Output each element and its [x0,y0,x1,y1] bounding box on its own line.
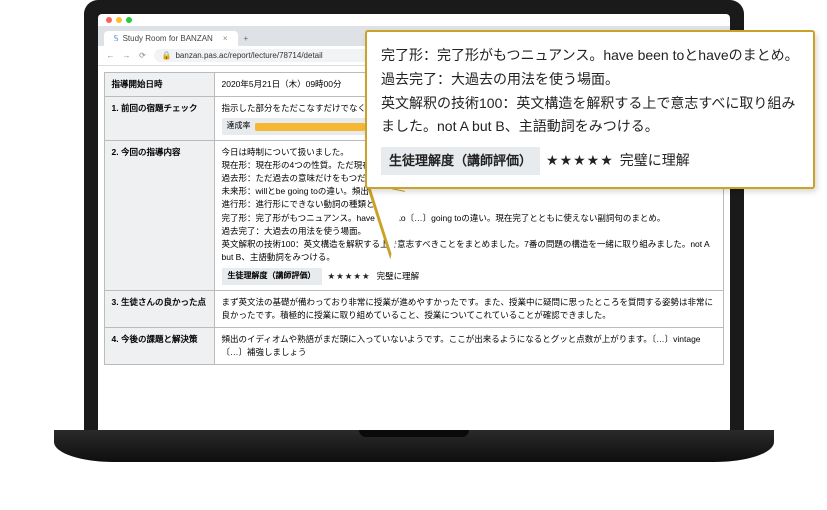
forward-icon[interactable]: → [122,51,132,60]
rating-label: 生徒理解度（講師評価） [381,147,540,175]
tab-favicon: 𝕊 [114,34,119,43]
rating-row: 生徒理解度（講師評価） ★★★★★ 完璧に理解 [222,268,420,284]
progress-bar-icon [255,123,365,131]
rating-row: 生徒理解度（講師評価） ★★★★★ 完璧に理解 [381,147,690,175]
callout-line: 過去完了：大過去の用法を使う場面。 [381,68,799,92]
reload-icon[interactable]: ⟳ [138,51,148,60]
minimize-icon[interactable] [116,17,122,23]
table-row: 3. 生徒さんの良かった点 まず英文法の基礎が備わっており非常に授業が進めやすか… [104,290,723,327]
window-controls [98,14,730,26]
callout-popup: 完了形：完了形がもつニュアンス。have been toとhaveのまとめ。 過… [365,30,815,189]
callout-line: 完了形：完了形がもつニュアンス。have been toとhaveのまとめ。 [381,44,799,68]
tab-close-icon[interactable]: × [223,34,228,43]
url-text: banzan.pas.ac/report/lecture/78714/detai… [175,51,322,60]
content-line: 英文解釈の技術100：英文構造を解釈する上で意志すべきことをまとめました。7番の… [222,238,716,264]
stars-icon: ★★★★★ [328,270,371,283]
callout-line: 英文解釈の技術100：英文構造を解釈する上で意志すべに取り組みました。not A… [381,92,799,140]
stars-icon: ★★★★★ [546,149,614,173]
back-icon[interactable]: ← [106,51,116,60]
content-line: 過去完了：大過去の用法を使う場面。 [222,225,716,238]
tab-title: Study Room for BANZAN [123,34,213,43]
row-label: 2. 今回の指導内容 [104,140,214,290]
row-label: 指導開始日時 [104,73,214,97]
rating-label: 生徒理解度（講師評価） [222,268,322,284]
row-value: まず英文法の基礎が備わっており非常に授業が進めやすかったです。また、授業中に疑問… [214,290,723,327]
maximize-icon[interactable] [126,17,132,23]
row-value: 頻出のイディオムや熟語がまだ頭に入っていないようです。ここが出来るようになるとグ… [214,328,723,365]
achieve-label: 達成率 [227,120,251,132]
rating-text: 完璧に理解 [377,270,420,283]
lock-icon: 🔒 [162,51,172,60]
browser-tab[interactable]: 𝕊 Study Room for BANZAN × [104,31,238,46]
table-row: 4. 今後の課題と解決策 頻出のイディオムや熟語がまだ頭に入っていないようです。… [104,328,723,365]
row-label: 3. 生徒さんの良かった点 [104,290,214,327]
row-label: 4. 今後の課題と解決策 [104,328,214,365]
content-line: 進行形：進行形にできない動詞の種類と演習 [222,198,716,211]
row-label: 1. 前回の宿題チェック [104,97,214,141]
close-icon[interactable] [106,17,112,23]
laptop-base [54,430,774,462]
rating-text: 完璧に理解 [620,149,690,173]
new-tab-button[interactable]: + [238,31,255,46]
content-line: 完了形：完了形がもつニュアンス。have been to〔…〕going toの… [222,212,716,225]
